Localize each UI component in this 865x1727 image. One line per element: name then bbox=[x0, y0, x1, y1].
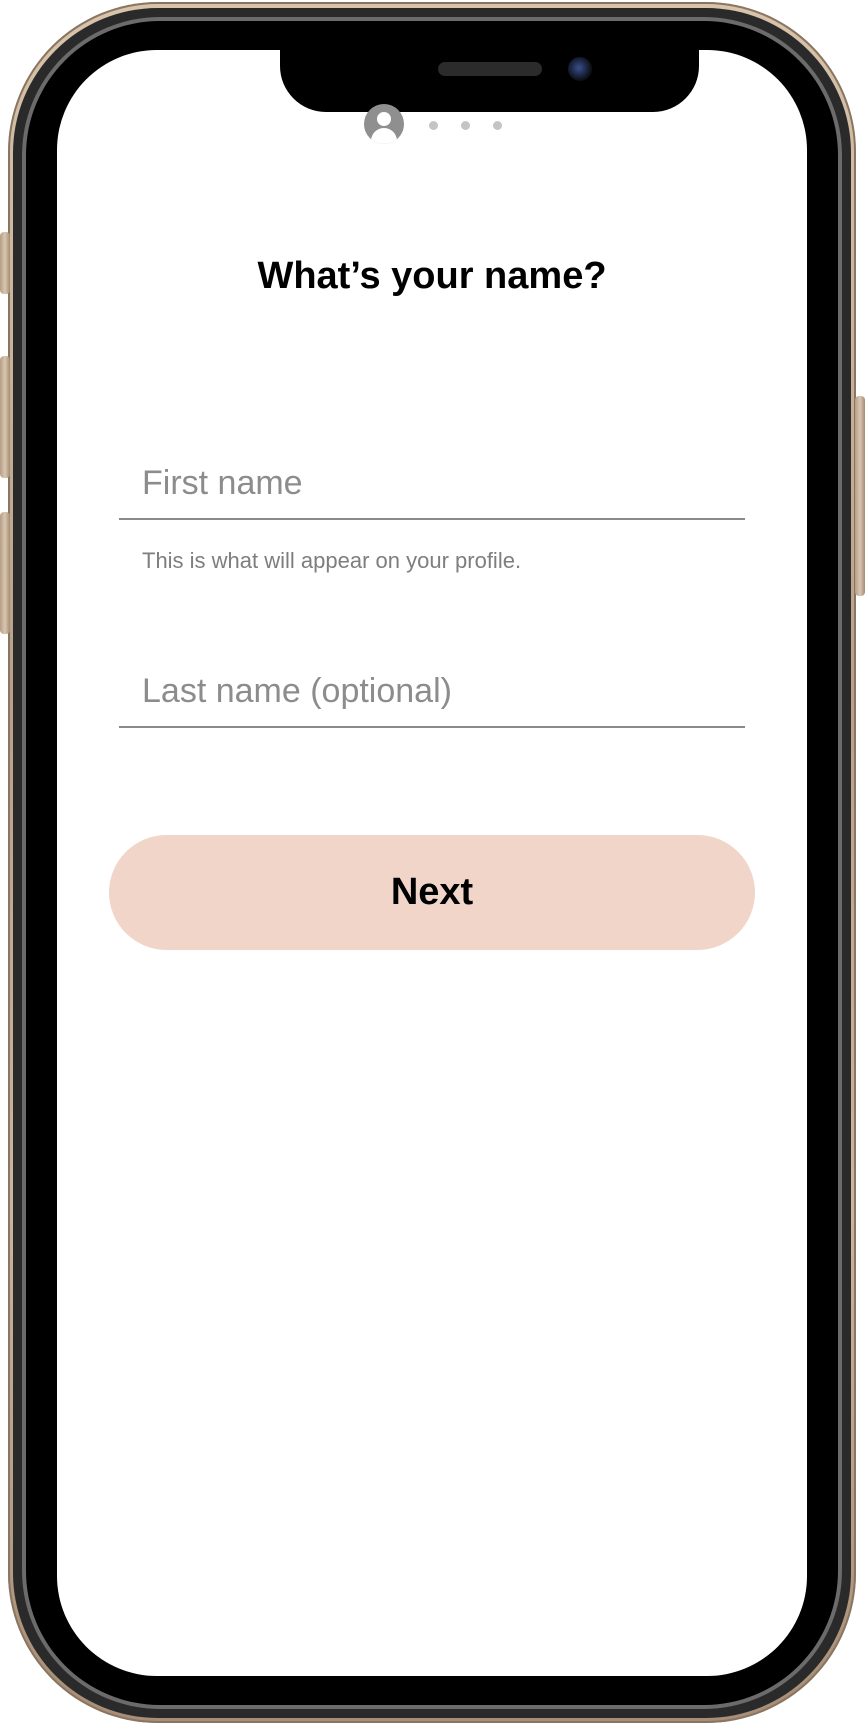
onboarding-progress bbox=[57, 104, 807, 144]
step-dot-4 bbox=[493, 121, 502, 130]
speaker-grille bbox=[438, 62, 542, 76]
volume-up-button bbox=[0, 356, 10, 478]
first-name-input[interactable] bbox=[119, 448, 745, 518]
step-dot-3 bbox=[461, 121, 470, 130]
step-dot-2 bbox=[429, 121, 438, 130]
last-name-input[interactable] bbox=[119, 656, 745, 726]
next-button[interactable]: Next bbox=[109, 835, 755, 950]
device-mockup: What’s your name? This is what will appe… bbox=[0, 0, 865, 1727]
front-camera bbox=[568, 57, 592, 81]
mute-switch bbox=[0, 232, 10, 294]
power-button bbox=[855, 396, 865, 596]
first-name-field bbox=[119, 448, 745, 520]
notch bbox=[280, 50, 699, 112]
user-avatar-icon bbox=[364, 104, 404, 144]
volume-down-button bbox=[0, 512, 10, 634]
app-screen: What’s your name? This is what will appe… bbox=[57, 50, 807, 1676]
last-name-field bbox=[119, 656, 745, 728]
page-title: What’s your name? bbox=[257, 255, 607, 297]
first-name-helper-text: This is what will appear on your profile… bbox=[142, 548, 522, 573]
